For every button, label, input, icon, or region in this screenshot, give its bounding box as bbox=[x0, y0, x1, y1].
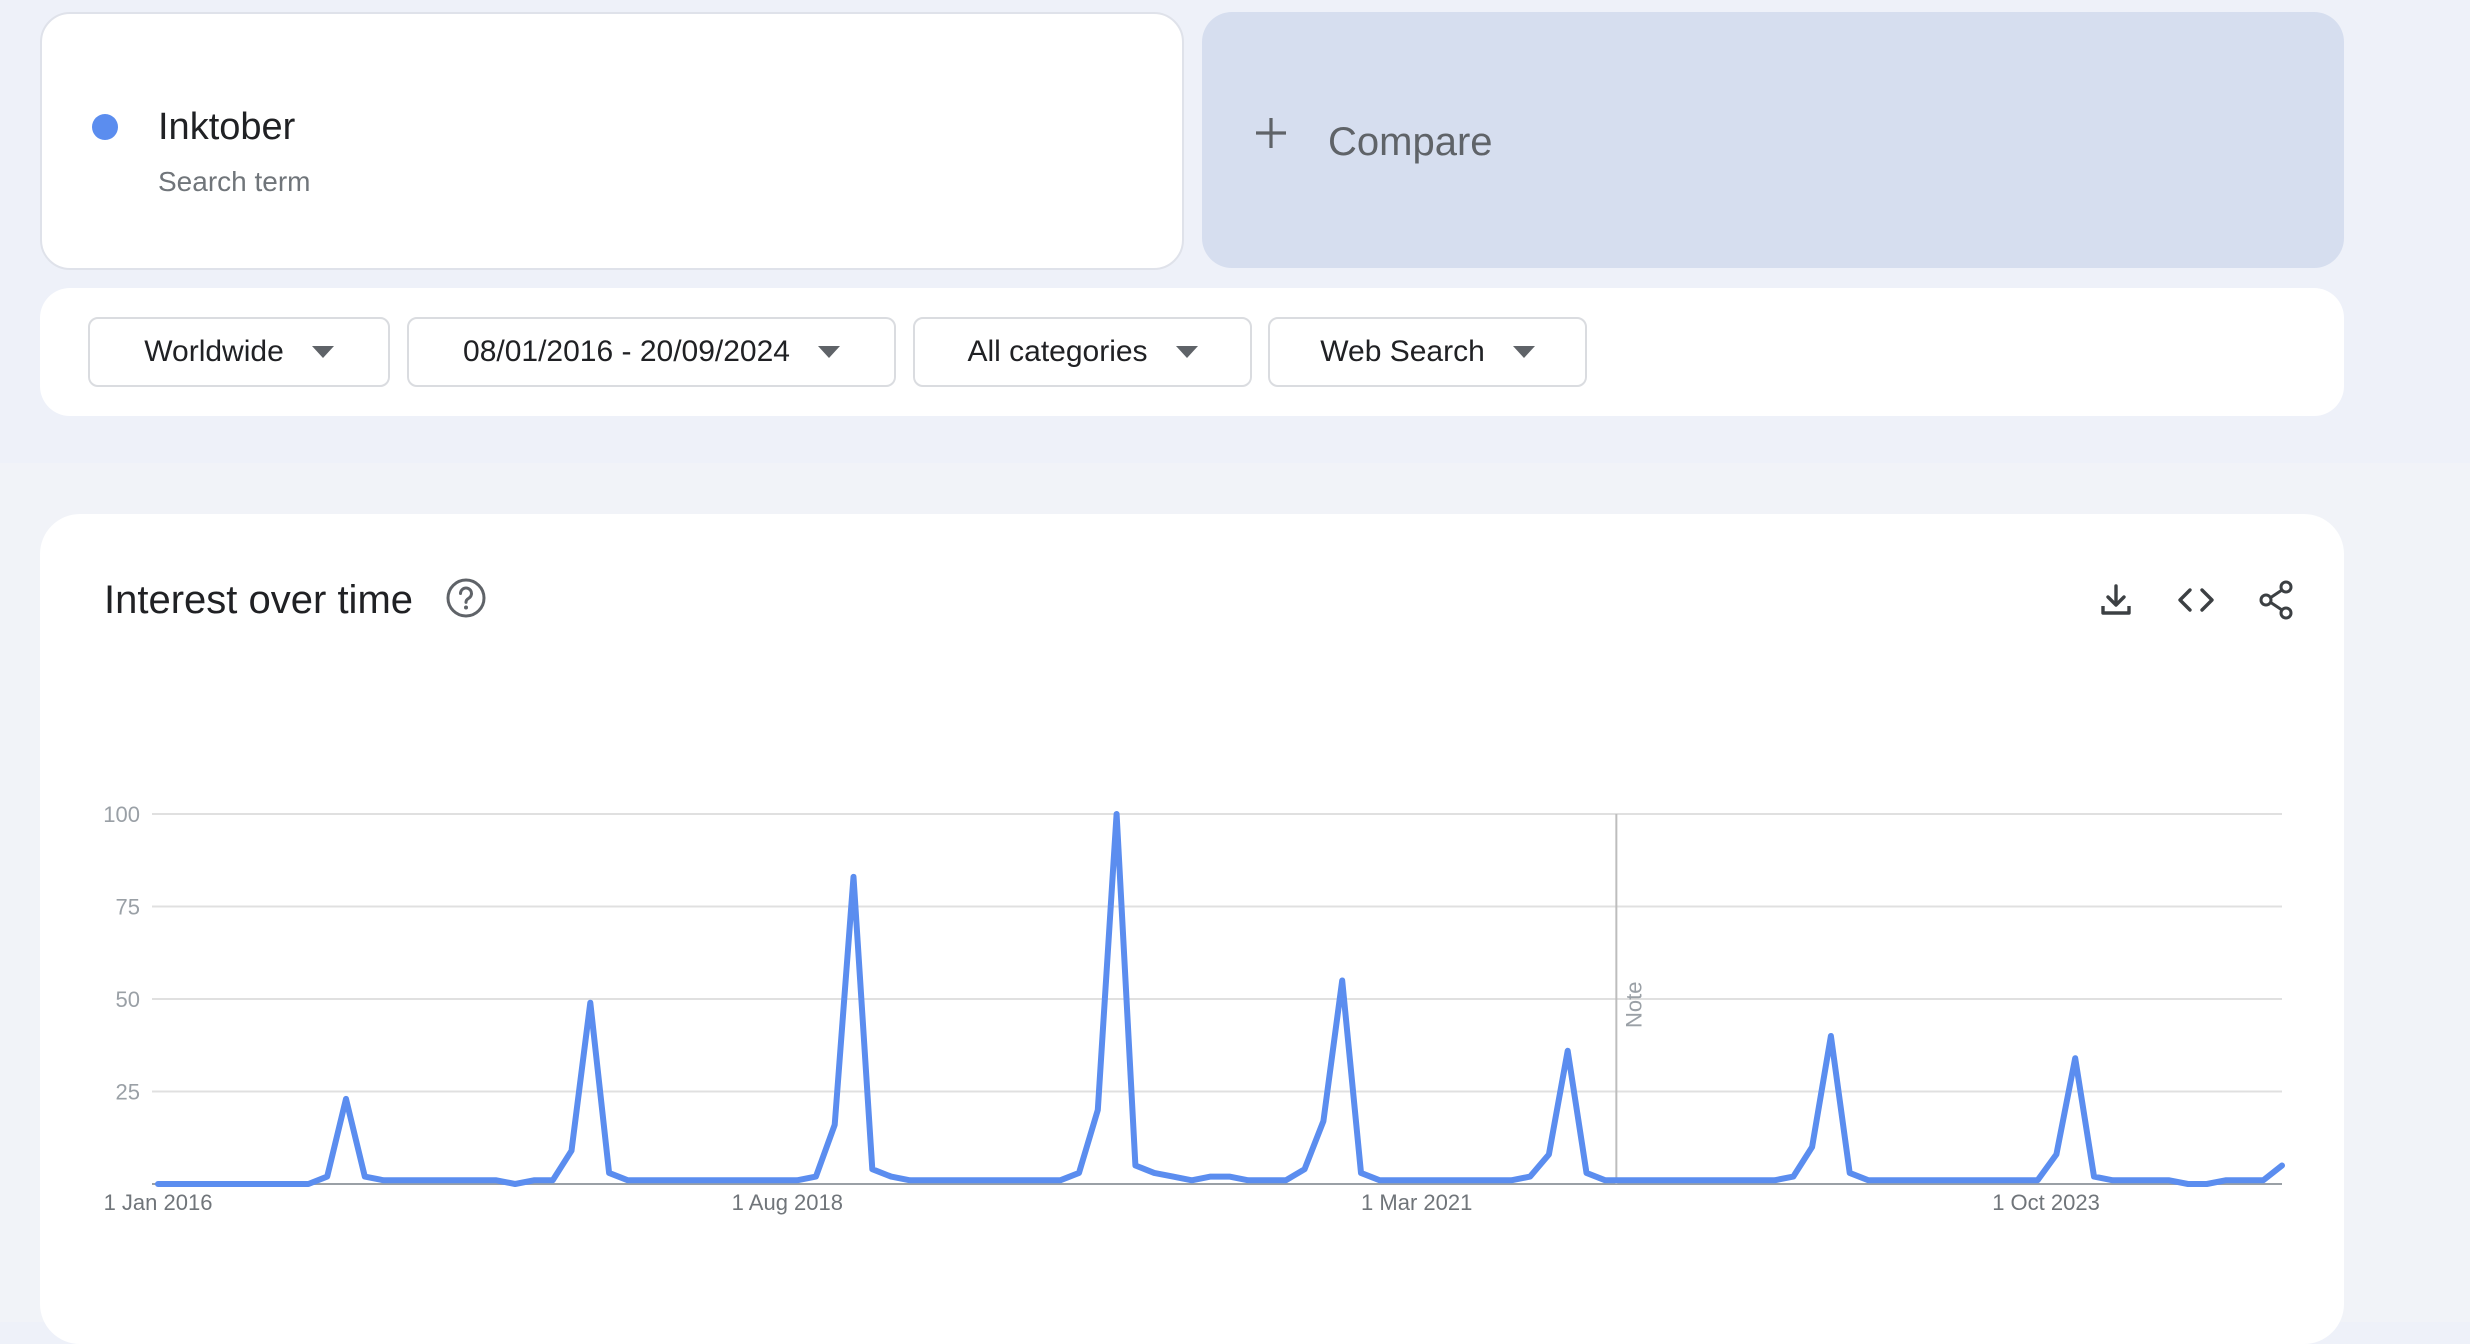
dropdown-caret-icon bbox=[1175, 346, 1198, 358]
search-type-dropdown[interactable]: Web Search bbox=[1268, 317, 1587, 387]
date-range-dropdown[interactable]: 08/01/2016 - 20/09/2024 bbox=[407, 317, 896, 387]
region-label: Worldwide bbox=[144, 335, 284, 368]
dropdown-caret-icon bbox=[1512, 346, 1535, 358]
interest-over-time-card: Interest over time 100 75 50 25 1 Jan 2016 1 … bbox=[40, 514, 2344, 1344]
plus-icon bbox=[1256, 118, 1286, 148]
x-tick-label: 1 Jan 2016 bbox=[104, 1190, 213, 1215]
x-tick-label: 1 Aug 2018 bbox=[732, 1190, 843, 1215]
compare-button[interactable]: Compare bbox=[1202, 12, 2344, 268]
region-dropdown[interactable]: Worldwide bbox=[88, 317, 390, 387]
x-tick-label: 1 Oct 2023 bbox=[1992, 1190, 2100, 1215]
y-tick-label: 75 bbox=[116, 895, 140, 920]
interest-line-chart: 100 75 50 25 1 Jan 2016 1 Aug 2018 1 Mar 2021 1… bbox=[103, 802, 2285, 1215]
filter-bar: Worldwide 08/01/2016 - 20/09/2024 All ca… bbox=[40, 288, 2344, 416]
category-label: All categories bbox=[967, 335, 1148, 368]
x-tick-label: 1 Mar 2021 bbox=[1361, 1190, 1472, 1215]
dropdown-caret-icon bbox=[817, 346, 840, 358]
y-tick-label: 25 bbox=[116, 1080, 140, 1105]
search-type-label: Web Search bbox=[1320, 335, 1485, 368]
y-tick-label: 50 bbox=[116, 987, 140, 1012]
search-term-card[interactable]: Inktober Search term bbox=[40, 12, 1184, 270]
y-tick-label: 100 bbox=[103, 802, 140, 827]
term-subtitle: Search term bbox=[158, 166, 311, 197]
term-name[interactable]: Inktober bbox=[158, 106, 295, 149]
category-dropdown[interactable]: All categories bbox=[913, 317, 1252, 387]
term-color-dot bbox=[92, 114, 118, 140]
dropdown-caret-icon bbox=[311, 346, 334, 358]
date-range-label: 08/01/2016 - 20/09/2024 bbox=[463, 335, 790, 368]
note-annotation-label: Note bbox=[1621, 982, 1646, 1028]
compare-label: Compare bbox=[1328, 120, 1493, 164]
